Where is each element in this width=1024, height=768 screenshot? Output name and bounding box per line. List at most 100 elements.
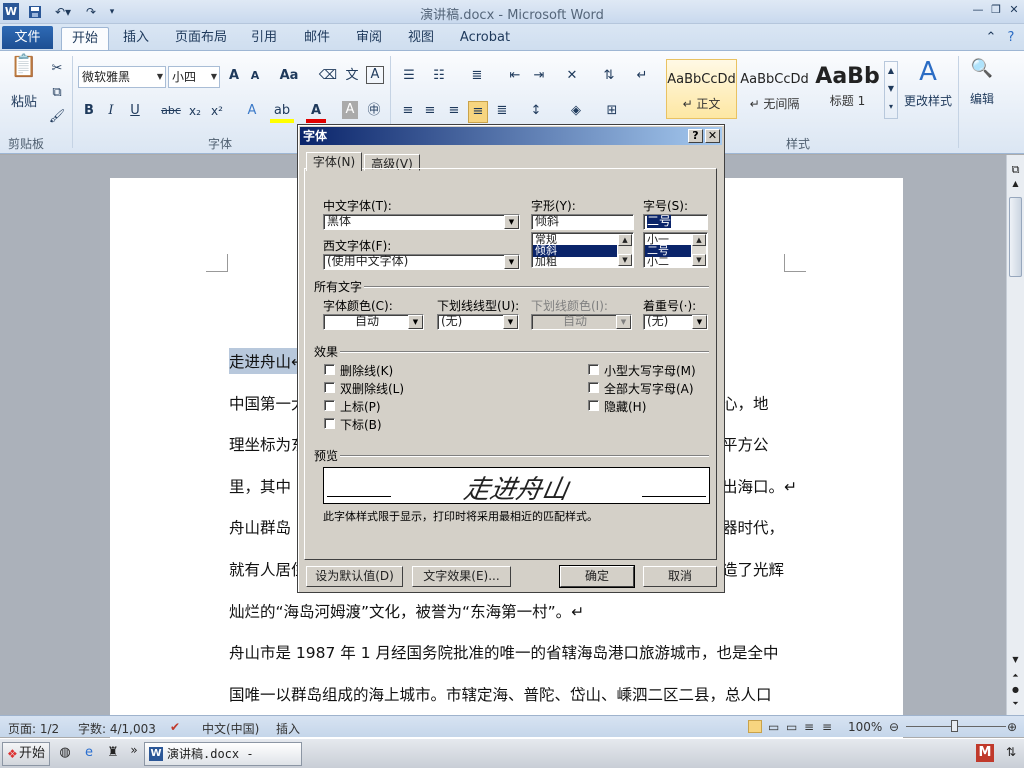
zoom-out-icon[interactable]: ⊖ (889, 720, 899, 734)
full-screen-reading-icon[interactable]: ▭ (768, 720, 779, 734)
justify-icon[interactable]: ≡ (468, 101, 488, 123)
subscript-checkbox[interactable] (324, 418, 335, 429)
help-icon[interactable]: ? (1002, 27, 1020, 50)
editing-button[interactable]: 编辑 (962, 89, 1002, 111)
scroll-up-icon[interactable]: ▲ (618, 234, 632, 246)
align-right-icon[interactable]: ≡ (444, 101, 464, 123)
font-size-list[interactable]: 小一 二号 小二 ▲ ▼ (643, 232, 708, 268)
doc-line[interactable]: 中国第一大 (229, 392, 307, 414)
help-button[interactable]: ? (688, 129, 703, 143)
list-scrollbar[interactable]: ▲ ▼ (692, 234, 706, 266)
set-default-button[interactable]: 设为默认值(D) (306, 566, 403, 587)
west-font-combo[interactable]: (使用中文字体) ▼ (323, 254, 520, 270)
cn-font-combo[interactable]: 黑体 ▼ (323, 214, 520, 230)
scroll-thumb[interactable] (1009, 197, 1022, 277)
zoom-slider-thumb[interactable] (951, 720, 958, 732)
previous-page-icon[interactable]: ⏶ (1008, 671, 1023, 683)
quicklaunch-icon[interactable]: ♜ (104, 745, 122, 763)
underline-type-combo[interactable]: (无) ▼ (437, 314, 519, 330)
style-normal[interactable]: AaBbCcDd ↵ 正文 (666, 59, 737, 119)
scroll-up-icon[interactable]: ▲ (692, 234, 706, 246)
zoom-in-icon[interactable]: ⊕ (1007, 720, 1017, 734)
text-effects-icon[interactable]: A (240, 101, 264, 123)
font-color-combo[interactable]: 自动 ▼ (323, 314, 424, 330)
change-styles-button[interactable]: 更改样式 (900, 91, 956, 113)
italic-button[interactable]: I (102, 101, 120, 123)
emphasis-combo[interactable]: (无) ▼ (643, 314, 708, 330)
font-style-input[interactable]: 倾斜 (531, 214, 634, 230)
strikethrough-checkbox[interactable] (324, 364, 335, 375)
decrease-indent-icon[interactable]: ⇤ (504, 66, 526, 88)
scroll-down-icon[interactable]: ▼ (618, 254, 632, 266)
doc-line[interactable]: 出海口。↵ (722, 475, 797, 497)
doc-line[interactable]: 舟山市是 1987 年 1 月经国务院批准的唯一的省辖海岛港口旅游城市，也是全中 (229, 641, 779, 663)
restore-button[interactable]: ❐ (987, 2, 1005, 18)
doc-heading[interactable]: 走进舟山↵ (229, 348, 304, 374)
superscript-label[interactable]: 上标(P) (340, 398, 381, 415)
doc-line[interactable]: 舟山群岛 (229, 516, 291, 538)
insert-mode[interactable]: 插入 (276, 720, 300, 737)
ruler-toggle-icon[interactable]: ⧉ (1008, 163, 1023, 177)
minimize-button[interactable]: — (969, 2, 987, 18)
doc-line[interactable]: 心，地 (722, 392, 769, 414)
find-icon[interactable]: 🔍 (968, 59, 996, 81)
tab-file[interactable]: 文件 (2, 26, 53, 49)
chevron-down-icon[interactable]: ▼ (408, 315, 423, 329)
bullets-icon[interactable]: ☰ (398, 66, 420, 88)
tab-font[interactable]: 字体(N) (306, 152, 362, 171)
doc-line[interactable]: 灿烂的“海岛河姆渡”文化，被誉为“东海第一村”。↵ (229, 600, 584, 622)
bold-button[interactable]: B (80, 101, 98, 123)
character-shading-icon[interactable]: A (342, 101, 358, 119)
doc-line[interactable]: 国唯一以群岛组成的海上城市。市辖定海、普陀、岱山、嵊泗二区二县，总人口 (229, 683, 772, 705)
font-size-input[interactable]: 二号 (643, 214, 708, 230)
close-button[interactable]: ✕ (1005, 2, 1023, 18)
vertical-scrollbar[interactable]: ⧉ ▲ ▼ ⏶ ● ⏷ (1006, 155, 1024, 715)
small-caps-checkbox[interactable] (588, 364, 599, 375)
format-painter-icon[interactable]: 🖌 (48, 107, 66, 129)
doc-line[interactable]: 平方公 (722, 433, 769, 455)
strikethrough-button[interactable]: abc (158, 101, 184, 123)
superscript-button[interactable]: x² (208, 101, 226, 123)
tab-insert[interactable]: 插入 (116, 27, 156, 50)
chevron-down-icon[interactable]: ▼ (692, 315, 707, 329)
print-layout-icon[interactable] (748, 720, 762, 733)
font-name-combo[interactable]: 微软雅黑 ▼ (78, 66, 166, 88)
desktop-icon[interactable]: ◍ (56, 745, 74, 763)
highlight-icon[interactable]: ab (270, 101, 294, 123)
style-no-spacing[interactable]: AaBbCcDd ↵ 无间隔 (739, 59, 810, 119)
language-indicator[interactable]: 中文(中国) (202, 720, 259, 737)
word-count[interactable]: 字数: 4/1,003 (78, 720, 156, 737)
doc-line[interactable]: 就有人居住 (229, 558, 307, 580)
dialog-title-bar[interactable]: 字体 ? ✕ (300, 127, 722, 145)
align-center-icon[interactable]: ≡ (420, 101, 440, 123)
tab-page-layout[interactable]: 页面布局 (170, 27, 232, 50)
numbering-icon[interactable]: ☷ (428, 66, 450, 88)
double-strikethrough-label[interactable]: 双删除线(L) (340, 380, 404, 397)
copy-icon[interactable]: ⧉ (48, 83, 66, 105)
style-heading-1[interactable]: AaBb 标题 1 (812, 59, 883, 119)
increase-indent-icon[interactable]: ⇥ (528, 66, 550, 88)
phonetic-guide-icon[interactable]: 文 (342, 66, 362, 88)
line-spacing-icon[interactable]: ↕ (524, 101, 548, 123)
hidden-checkbox[interactable] (588, 400, 599, 411)
font-size-combo[interactable]: 小四 ▼ (168, 66, 220, 88)
underline-button[interactable]: U (126, 101, 144, 123)
web-layout-icon[interactable]: ▭ (786, 720, 797, 734)
font-color-icon[interactable]: A (306, 101, 326, 123)
taskbar-word-window[interactable]: W 演讲稿.docx - Micro... (144, 742, 302, 766)
strikethrough-label[interactable]: 删除线(K) (340, 362, 393, 379)
doc-line[interactable]: 造了光辉 (722, 558, 784, 580)
ribbon-minimize-icon[interactable]: ⌃ (982, 27, 1000, 50)
tab-view[interactable]: 视图 (401, 27, 441, 50)
scroll-down-icon[interactable]: ▼ (692, 254, 706, 266)
start-button[interactable]: ❖ 开始 (2, 742, 50, 766)
small-caps-label[interactable]: 小型大写字母(M) (604, 362, 696, 379)
paste-button[interactable]: 粘贴 (4, 93, 44, 115)
select-browse-object-icon[interactable]: ● (1008, 685, 1023, 697)
ie-icon[interactable]: e (80, 745, 98, 763)
list-item[interactable]: 加粗 (535, 256, 557, 268)
align-left-icon[interactable]: ≡ (398, 101, 418, 123)
superscript-checkbox[interactable] (324, 400, 335, 411)
list-item[interactable]: 小二 (647, 256, 669, 268)
character-border-icon[interactable]: A (366, 66, 384, 84)
